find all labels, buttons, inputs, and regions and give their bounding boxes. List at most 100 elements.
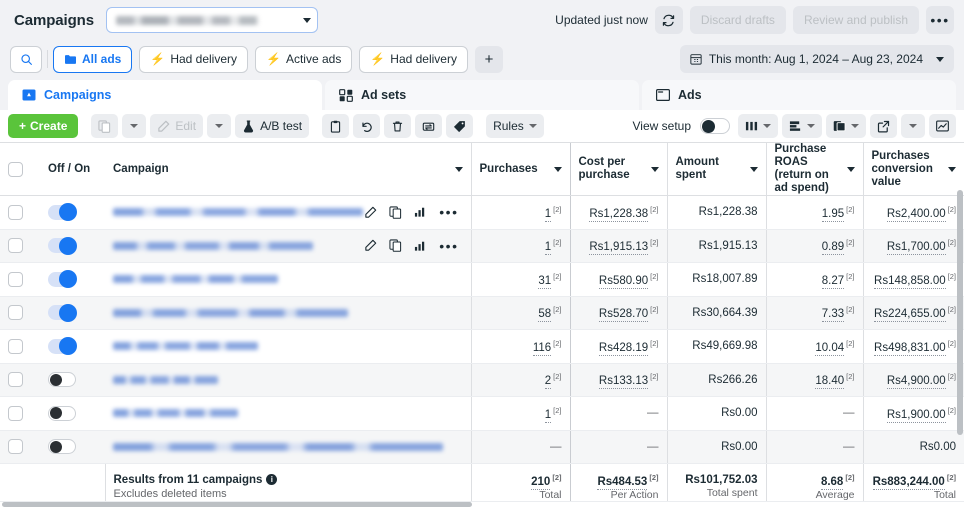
edit-pencil-icon[interactable]: [364, 239, 377, 252]
chevron-down-icon[interactable]: [750, 167, 758, 172]
table-row[interactable]: ••• 1[2]Rs1,915.13[2]Rs1,915.130.89[2]Rs…: [0, 229, 964, 263]
column-header-campaign[interactable]: Campaign: [105, 143, 471, 196]
cell-amount-spent: Rs30,664.39: [667, 296, 766, 330]
vertical-scrollbar[interactable]: [957, 190, 963, 435]
row-checkbox[interactable]: [8, 272, 23, 287]
edit-button[interactable]: Edit: [150, 114, 203, 138]
row-select-cell: [0, 296, 40, 330]
chevron-down-icon[interactable]: [948, 167, 956, 172]
edit-pencil-icon[interactable]: [364, 206, 377, 219]
export-dropdown[interactable]: [901, 114, 925, 138]
table-row[interactable]: ——Rs0.00—Rs0.00: [0, 430, 964, 464]
table-row[interactable]: 116[2]Rs428.19[2]Rs49,669.9810.04[2]Rs49…: [0, 330, 964, 364]
campaign-name-link-redacted[interactable]: [113, 342, 258, 350]
row-more-icon[interactable]: •••: [439, 241, 458, 251]
filter-pill-all-ads[interactable]: All ads: [53, 46, 132, 73]
cell-purchase-roas: 7.33[2]: [766, 296, 863, 330]
discard-drafts-button[interactable]: Discard drafts: [690, 6, 786, 34]
select-all-checkbox[interactable]: [8, 162, 23, 177]
footnote-marker: [2]: [948, 272, 956, 281]
footnote-marker: [2]: [845, 473, 854, 482]
campaign-name-link-redacted[interactable]: [113, 443, 443, 451]
table-row[interactable]: 31[2]Rs580.90[2]Rs18,007.898.27[2]Rs148,…: [0, 263, 964, 297]
columns-button[interactable]: [738, 114, 778, 138]
row-checkbox[interactable]: [8, 205, 23, 220]
table-row[interactable]: ••• 1[2]Rs1,228.38[2]Rs1,228.381.95[2]Rs…: [0, 196, 964, 230]
campaign-name-link-redacted[interactable]: [113, 208, 363, 216]
campaign-status-toggle[interactable]: [48, 205, 76, 220]
refresh-button[interactable]: [655, 6, 683, 34]
campaign-name-link-redacted[interactable]: [113, 309, 348, 317]
horizontal-scrollbar[interactable]: [0, 501, 964, 507]
table-row[interactable]: 1[2]—Rs0.00—Rs1,900.00[2]: [0, 397, 964, 431]
column-header-purchase-roas[interactable]: Purchase ROAS (return on ad spend): [766, 143, 863, 196]
date-range-picker[interactable]: This month: Aug 1, 2024 – Aug 23, 2024: [680, 45, 954, 73]
chevron-down-icon[interactable]: [651, 167, 659, 172]
column-header-purchases-conversion-value[interactable]: Purchases conversion value: [863, 143, 964, 196]
filter-pill-active-ads[interactable]: ⚡ Active ads: [255, 46, 352, 73]
tab-campaigns[interactable]: Campaigns: [8, 80, 322, 110]
campaign-status-toggle[interactable]: [48, 439, 76, 454]
edit-dropdown[interactable]: [207, 114, 231, 138]
swap-button[interactable]: [415, 114, 442, 138]
row-checkbox[interactable]: [8, 372, 23, 387]
row-toggle-cell: [40, 196, 105, 230]
level-tabs: Campaigns Ad sets Ads: [0, 78, 964, 110]
delete-button[interactable]: [384, 114, 411, 138]
duplicate-icon[interactable]: [389, 206, 402, 219]
purchases-conversion-value-value: Rs1,700.00: [887, 241, 946, 255]
column-header-purchases[interactable]: Purchases: [471, 143, 570, 196]
add-filter-button[interactable]: +: [475, 46, 503, 73]
campaign-status-toggle[interactable]: [48, 238, 76, 253]
duplicate-dropdown[interactable]: [122, 114, 146, 138]
tab-ad-sets[interactable]: Ad sets: [325, 80, 639, 110]
account-selector[interactable]: [106, 7, 318, 33]
reports-button[interactable]: [826, 114, 866, 138]
info-icon[interactable]: i: [266, 474, 277, 485]
view-setup-toggle[interactable]: [700, 118, 730, 134]
table-row[interactable]: 2[2]Rs133.13[2]Rs266.2618.40[2]Rs4,900.0…: [0, 363, 964, 397]
row-checkbox[interactable]: [8, 305, 23, 320]
paste-button[interactable]: [322, 114, 349, 138]
campaign-status-toggle[interactable]: [48, 339, 76, 354]
campaign-name-link-redacted[interactable]: [113, 242, 313, 250]
campaign-status-toggle[interactable]: [48, 272, 76, 287]
row-checkbox[interactable]: [8, 238, 23, 253]
create-button[interactable]: + Create: [8, 114, 78, 138]
breakdown-button[interactable]: [782, 114, 822, 138]
duplicate-icon[interactable]: [389, 239, 402, 252]
review-and-publish-button[interactable]: Review and publish: [793, 6, 919, 34]
row-checkbox[interactable]: [8, 439, 23, 454]
campaign-name-link-redacted[interactable]: [113, 376, 218, 384]
view-chart-icon[interactable]: [414, 240, 427, 252]
row-more-icon[interactable]: •••: [439, 207, 458, 217]
row-checkbox[interactable]: [8, 339, 23, 354]
duplicate-button[interactable]: [91, 114, 118, 138]
table-row[interactable]: 58[2]Rs528.70[2]Rs30,664.397.33[2]Rs224,…: [0, 296, 964, 330]
filter-pill-had-delivery-1[interactable]: ⚡ Had delivery: [139, 46, 248, 73]
tab-ads[interactable]: Ads: [642, 80, 956, 110]
chevron-down-icon[interactable]: [455, 167, 463, 172]
scrollbar-thumb[interactable]: [2, 502, 472, 507]
undo-button[interactable]: [353, 114, 380, 138]
chevron-down-icon[interactable]: [847, 167, 855, 172]
export-button[interactable]: [870, 114, 897, 138]
tag-button[interactable]: [446, 114, 473, 138]
chevron-down-icon[interactable]: [554, 167, 562, 172]
campaign-status-toggle[interactable]: [48, 372, 76, 387]
cell-campaign-name: •••: [105, 196, 471, 230]
search-button[interactable]: [10, 46, 42, 73]
view-chart-icon[interactable]: [414, 206, 427, 218]
column-header-cost-per-purchase[interactable]: Cost per purchase: [570, 143, 667, 196]
campaign-name-link-redacted[interactable]: [113, 409, 238, 417]
ab-test-button[interactable]: A/B test: [235, 114, 309, 138]
row-checkbox[interactable]: [8, 406, 23, 421]
charts-button[interactable]: [929, 114, 956, 138]
rules-button[interactable]: Rules: [486, 114, 544, 138]
filter-pill-had-delivery-2[interactable]: ⚡ Had delivery: [359, 46, 468, 73]
more-options-button[interactable]: •••: [926, 6, 954, 34]
campaign-name-link-redacted[interactable]: [113, 275, 278, 283]
campaign-status-toggle[interactable]: [48, 305, 76, 320]
campaign-status-toggle[interactable]: [48, 406, 76, 421]
column-header-amount-spent[interactable]: Amount spent: [667, 143, 766, 196]
